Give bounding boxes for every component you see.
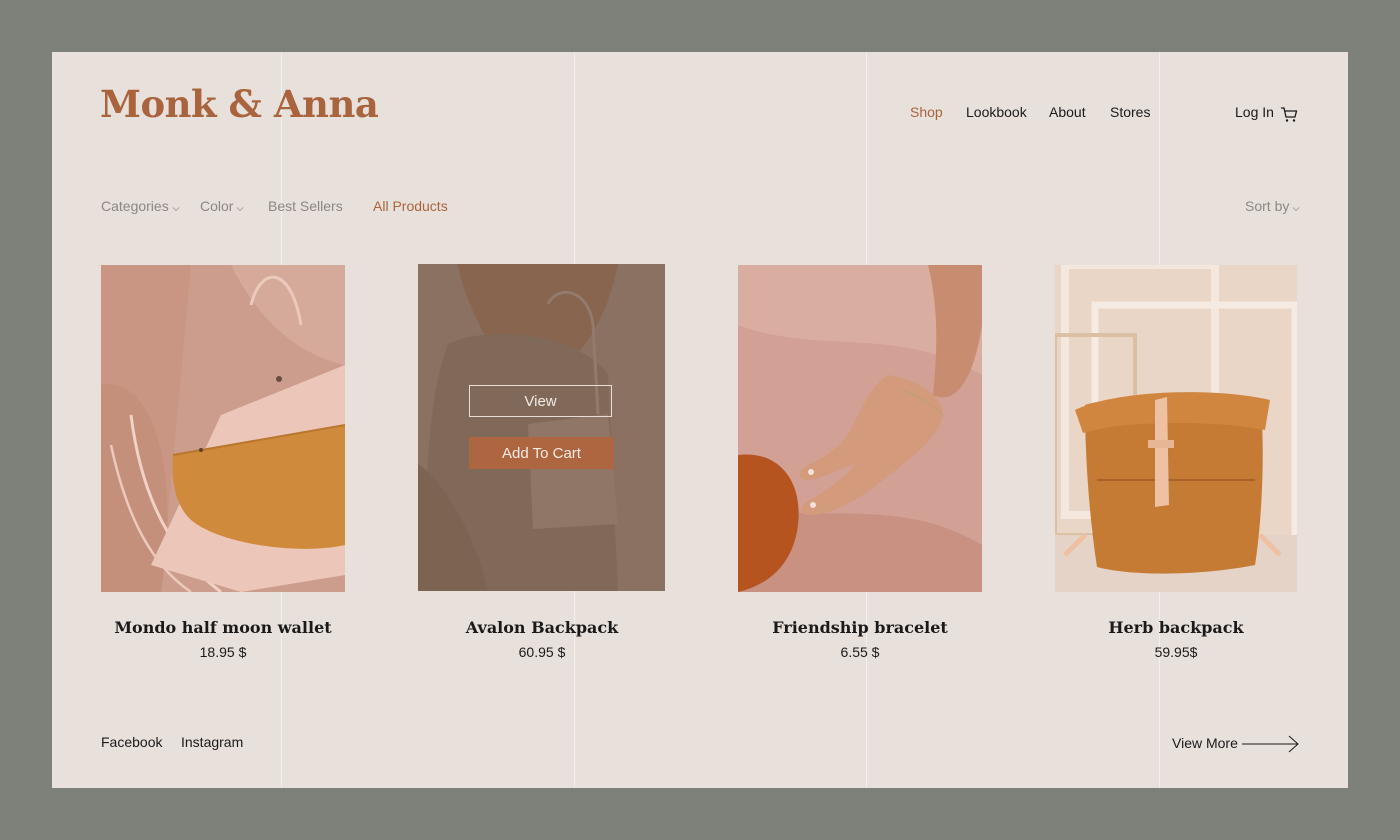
add-to-cart-button[interactable]: Add To Cart (469, 437, 614, 469)
product-image-friendship-bracelet[interactable] (738, 265, 982, 592)
product-name[interactable]: Mondo half moon wallet (101, 618, 345, 637)
arrow-right-icon[interactable] (1242, 735, 1300, 758)
chevron-down-icon (172, 199, 180, 215)
page-container: Monk & Anna Shop Lookbook About Stores L… (52, 52, 1348, 788)
product-price: 59.95$ (1154, 644, 1198, 660)
brand-logo[interactable]: Monk & Anna (100, 82, 379, 126)
view-more-link[interactable]: View More (1172, 735, 1238, 751)
filter-categories-label: Categories (101, 198, 169, 214)
product-name[interactable]: Friendship bracelet (738, 618, 982, 637)
view-button[interactable]: View (469, 385, 612, 417)
nav-shop[interactable]: Shop (910, 104, 943, 120)
filter-all-products[interactable]: All Products (373, 198, 448, 214)
chevron-down-icon (236, 199, 244, 215)
nav-lookbook[interactable]: Lookbook (966, 104, 1027, 120)
nav-about[interactable]: About (1049, 104, 1086, 120)
hover-overlay (418, 264, 665, 591)
filter-categories[interactable]: Categories (101, 198, 180, 215)
filter-best-sellers[interactable]: Best Sellers (268, 198, 343, 214)
shopping-cart-icon[interactable] (1280, 106, 1298, 128)
instagram-link[interactable]: Instagram (181, 734, 243, 750)
login-link[interactable]: Log In (1235, 104, 1274, 120)
filter-color[interactable]: Color (200, 198, 244, 215)
product-name[interactable]: Avalon Backpack (420, 618, 664, 637)
product-name[interactable]: Herb backpack (1054, 618, 1298, 637)
chevron-down-icon (1292, 199, 1300, 215)
product-price: 60.95 $ (518, 644, 566, 660)
nav-stores[interactable]: Stores (1110, 104, 1150, 120)
sort-by-dropdown[interactable]: Sort by (1245, 198, 1300, 215)
filter-color-label: Color (200, 198, 234, 214)
sort-by-label: Sort by (1245, 198, 1290, 214)
product-image-herb-backpack[interactable] (1055, 265, 1297, 592)
product-image-avalon-backpack[interactable]: View Add To Cart (418, 264, 665, 591)
facebook-link[interactable]: Facebook (101, 734, 162, 750)
product-image-wallet[interactable] (101, 265, 345, 592)
product-price: 18.95 $ (199, 644, 247, 660)
product-price: 6.55 $ (840, 644, 880, 660)
